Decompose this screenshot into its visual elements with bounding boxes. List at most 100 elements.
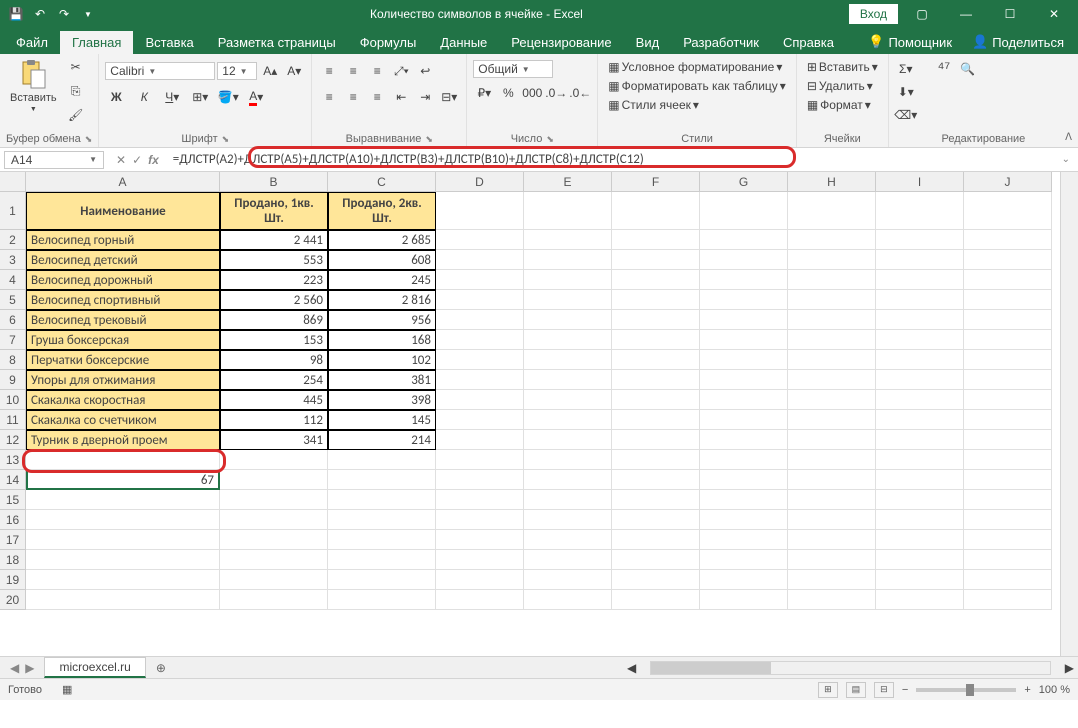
border-icon[interactable]: ⊞▾ — [189, 86, 211, 108]
cell-C18[interactable] — [328, 550, 436, 570]
cell-H16[interactable] — [788, 510, 876, 530]
fx-icon[interactable]: fx — [148, 153, 159, 167]
fill-icon[interactable]: ⬇▾ — [895, 81, 917, 103]
header-cell-1[interactable]: Продано, 1кв. Шт. — [220, 192, 328, 230]
format-cells-button[interactable]: ▦ Формат▾ — [803, 96, 875, 114]
tab-справка[interactable]: Справка — [771, 31, 846, 54]
cell-B16[interactable] — [220, 510, 328, 530]
close-icon[interactable]: ✕ — [1034, 0, 1074, 28]
cell-A3[interactable]: Велосипед детский — [26, 250, 220, 270]
cell-C4[interactable]: 245 — [328, 270, 436, 290]
cell-C20[interactable] — [328, 590, 436, 610]
cell-H15[interactable] — [788, 490, 876, 510]
col-header-C[interactable]: C — [328, 172, 436, 192]
cell-H11[interactable] — [788, 410, 876, 430]
tab-формулы[interactable]: Формулы — [348, 31, 429, 54]
cell-G13[interactable] — [700, 450, 788, 470]
cell-G12[interactable] — [700, 430, 788, 450]
row-header-2[interactable]: 2 — [0, 230, 26, 250]
cell-B20[interactable] — [220, 590, 328, 610]
enter-formula-icon[interactable]: ✓ — [132, 153, 142, 167]
cell-C10[interactable]: 398 — [328, 390, 436, 410]
cell-I15[interactable] — [876, 490, 964, 510]
cell-A15[interactable] — [26, 490, 220, 510]
cell-E13[interactable] — [524, 450, 612, 470]
cell-C14[interactable] — [328, 470, 436, 490]
increase-decimal-icon[interactable]: .0→ — [545, 82, 567, 104]
cell-F15[interactable] — [612, 490, 700, 510]
cell-G1[interactable] — [700, 192, 788, 230]
cell-G6[interactable] — [700, 310, 788, 330]
vertical-scrollbar[interactable] — [1060, 172, 1078, 656]
col-header-H[interactable]: H — [788, 172, 876, 192]
cell-D2[interactable] — [436, 230, 524, 250]
cell-A10[interactable]: Скакалка скоростная — [26, 390, 220, 410]
cell-G17[interactable] — [700, 530, 788, 550]
cell-F14[interactable] — [612, 470, 700, 490]
decrease-font-icon[interactable]: A▾ — [283, 60, 305, 82]
cell-C9[interactable]: 381 — [328, 370, 436, 390]
sheet-tab[interactable]: microexcel.ru — [44, 657, 145, 678]
cell-J13[interactable] — [964, 450, 1052, 470]
alignment-launcher-icon[interactable]: ⬊ — [425, 134, 433, 145]
cell-J18[interactable] — [964, 550, 1052, 570]
cell-D16[interactable] — [436, 510, 524, 530]
cell-I17[interactable] — [876, 530, 964, 550]
italic-icon[interactable]: К — [133, 86, 155, 108]
zoom-slider[interactable] — [916, 688, 1016, 692]
clipboard-launcher-icon[interactable]: ⬊ — [85, 134, 93, 145]
cell-B4[interactable]: 223 — [220, 270, 328, 290]
tab-файл[interactable]: Файл — [4, 31, 60, 54]
cell-I5[interactable] — [876, 290, 964, 310]
cell-D18[interactable] — [436, 550, 524, 570]
cell-D20[interactable] — [436, 590, 524, 610]
cell-I12[interactable] — [876, 430, 964, 450]
cell-styles-button[interactable]: ▦ Стили ячеек▾ — [604, 96, 703, 114]
cell-B12[interactable]: 341 — [220, 430, 328, 450]
cell-F4[interactable] — [612, 270, 700, 290]
row-header-7[interactable]: 7 — [0, 330, 26, 350]
cell-H14[interactable] — [788, 470, 876, 490]
col-header-E[interactable]: E — [524, 172, 612, 192]
tab-данные[interactable]: Данные — [428, 31, 499, 54]
cell-H20[interactable] — [788, 590, 876, 610]
cell-D14[interactable] — [436, 470, 524, 490]
cell-C17[interactable] — [328, 530, 436, 550]
number-format-combo[interactable]: Общий▼ — [473, 60, 553, 78]
normal-view-icon[interactable]: ⊞ — [818, 682, 838, 698]
cell-B7[interactable]: 153 — [220, 330, 328, 350]
fill-color-icon[interactable]: 🪣▾ — [217, 86, 239, 108]
cell-A2[interactable]: Велосипед горный — [26, 230, 220, 250]
cell-F9[interactable] — [612, 370, 700, 390]
col-header-B[interactable]: B — [220, 172, 328, 192]
col-header-D[interactable]: D — [436, 172, 524, 192]
cell-E18[interactable] — [524, 550, 612, 570]
cell-A4[interactable]: Велосипед дорожный — [26, 270, 220, 290]
row-header-15[interactable]: 15 — [0, 490, 26, 510]
cell-H4[interactable] — [788, 270, 876, 290]
cell-A11[interactable]: Скакалка со счетчиком — [26, 410, 220, 430]
cell-H3[interactable] — [788, 250, 876, 270]
cell-I6[interactable] — [876, 310, 964, 330]
cell-I3[interactable] — [876, 250, 964, 270]
col-header-G[interactable]: G — [700, 172, 788, 192]
cell-E5[interactable] — [524, 290, 612, 310]
cell-B13[interactable] — [220, 450, 328, 470]
tab-nav-prev-icon[interactable]: ◀ — [8, 661, 21, 675]
font-launcher-icon[interactable]: ⬊ — [222, 134, 230, 145]
cell-G8[interactable] — [700, 350, 788, 370]
cell-J10[interactable] — [964, 390, 1052, 410]
cell-B2[interactable]: 2 441 — [220, 230, 328, 250]
row-header-10[interactable]: 10 — [0, 390, 26, 410]
cell-F10[interactable] — [612, 390, 700, 410]
redo-icon[interactable]: ↷ — [56, 6, 72, 22]
tab-главная[interactable]: Главная — [60, 31, 133, 54]
cell-I13[interactable] — [876, 450, 964, 470]
select-all-corner[interactable] — [0, 172, 26, 192]
cell-H5[interactable] — [788, 290, 876, 310]
font-name-combo[interactable]: Calibri▼ — [105, 62, 215, 80]
font-color-icon[interactable]: A▾ — [245, 86, 267, 108]
cancel-formula-icon[interactable]: ✕ — [116, 153, 126, 167]
col-header-J[interactable]: J — [964, 172, 1052, 192]
cell-F20[interactable] — [612, 590, 700, 610]
